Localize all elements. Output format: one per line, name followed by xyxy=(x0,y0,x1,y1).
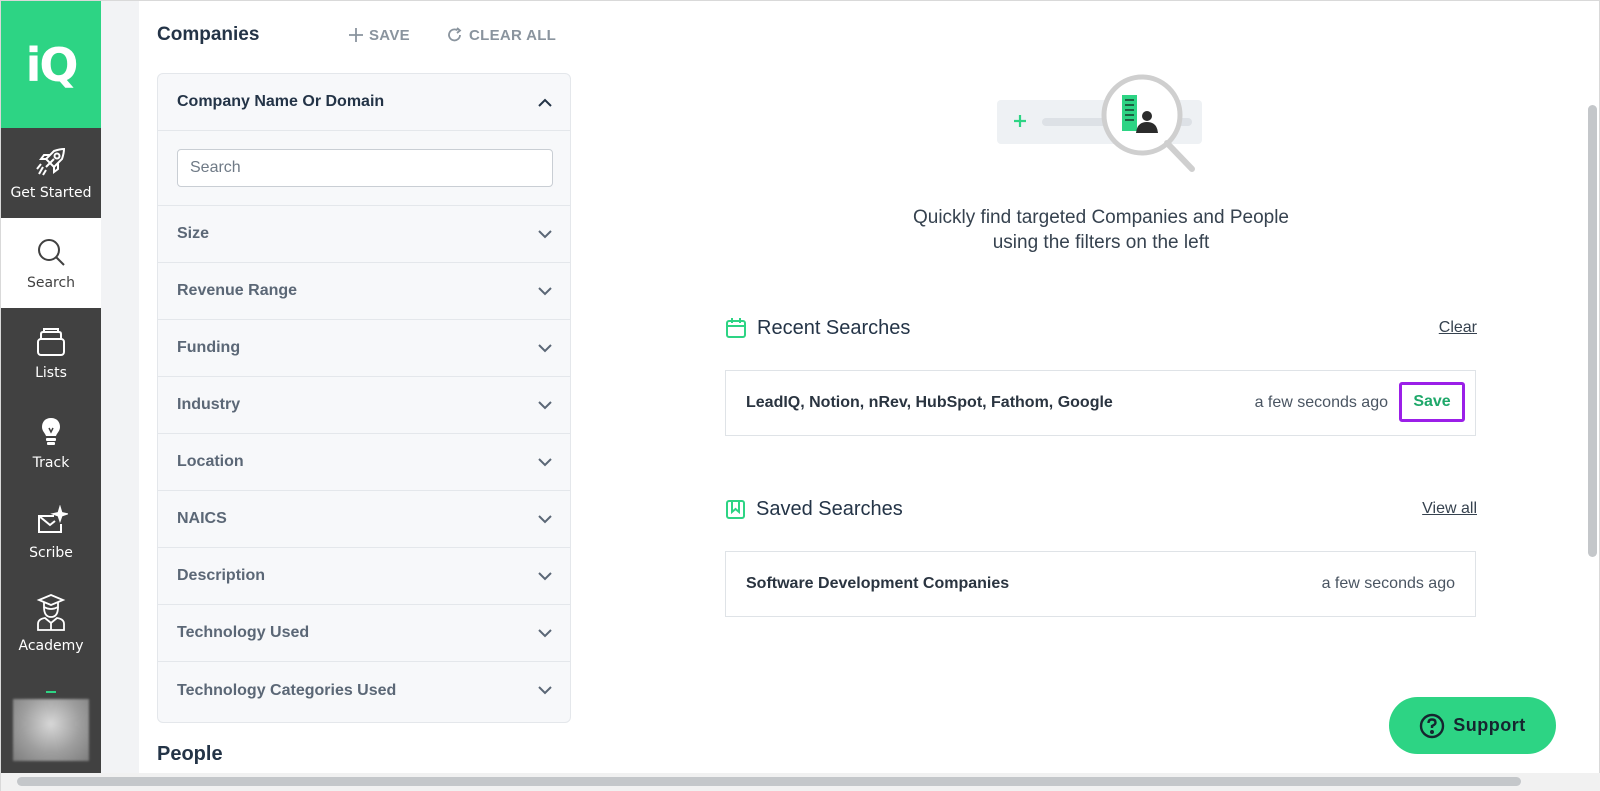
filter-funding[interactable]: Funding xyxy=(158,320,570,377)
logo-text: iQ xyxy=(25,37,79,92)
help-icon xyxy=(1420,713,1445,738)
chevron-down-icon xyxy=(538,686,552,695)
calendar-icon xyxy=(726,318,746,338)
nav-item-track[interactable]: Track xyxy=(1,398,101,488)
support-button[interactable]: Support xyxy=(1389,697,1556,754)
save-button[interactable]: SAVE xyxy=(349,27,410,44)
chevron-down-icon xyxy=(538,628,552,637)
avatar[interactable] xyxy=(13,699,89,761)
tagline-line-2: using the filters on the left xyxy=(992,232,1210,253)
support-label: Support xyxy=(1453,715,1526,735)
filter-label: Location xyxy=(177,453,244,470)
saved-search-time: a few seconds ago xyxy=(1321,575,1455,592)
recent-search-time: a few seconds ago xyxy=(1254,394,1388,411)
filter-header: Companies SAVE CLEAR ALL xyxy=(157,23,571,47)
recent-searches-title: Recent Searches xyxy=(757,316,911,339)
nav-label-track: Track xyxy=(32,455,70,471)
nav-item-get-started[interactable]: Get Started xyxy=(1,128,101,218)
filter-label: Industry xyxy=(177,396,241,413)
filter-technology-categories[interactable]: Technology Categories Used xyxy=(158,662,570,719)
filter-description[interactable]: Description xyxy=(158,548,570,605)
recent-searches-header: Recent Searches Clear xyxy=(725,315,1477,341)
saved-search-item[interactable]: Software Development Companies a few sec… xyxy=(725,551,1476,617)
tagline-line-1: Quickly find targeted Companies and Peop… xyxy=(912,207,1289,228)
filter-naics[interactable]: NAICS xyxy=(158,491,570,548)
panel-gutter xyxy=(101,1,139,773)
empty-state-tagline: Quickly find targeted Companies and Peop… xyxy=(801,205,1401,255)
clear-recent-link[interactable]: Clear xyxy=(1439,319,1477,337)
nav-label-search: Search xyxy=(26,275,76,291)
clear-all-label: CLEAR ALL xyxy=(469,26,557,44)
search-illustration-icon xyxy=(997,74,1202,172)
chevron-down-icon xyxy=(538,286,552,295)
company-search-wrap xyxy=(158,131,570,206)
chevron-down-icon xyxy=(538,400,552,409)
nav-label-get-started: Get Started xyxy=(10,185,92,201)
view-all-saved-link[interactable]: View all xyxy=(1422,500,1477,518)
app-window: iQ Get Started Search Lists Track Scribe… xyxy=(0,0,1600,791)
nav-item-academy[interactable]: Academy xyxy=(1,578,101,668)
nav-item-scribe[interactable]: Scribe xyxy=(1,488,101,578)
lightbulb-icon xyxy=(42,418,60,445)
recent-search-item[interactable]: LeadIQ, Notion, nRev, HubSpot, Fathom, G… xyxy=(725,370,1476,436)
search-icon xyxy=(38,239,65,266)
recent-search-title: LeadIQ, Notion, nRev, HubSpot, Fathom, G… xyxy=(746,394,1113,411)
filter-size[interactable]: Size xyxy=(158,206,570,263)
avatar-indicator xyxy=(46,691,56,693)
company-search-input[interactable] xyxy=(177,149,553,187)
lists-icon xyxy=(37,328,65,356)
nav-item-search[interactable]: Search xyxy=(1,218,101,308)
filter-location[interactable]: Location xyxy=(158,434,570,491)
saved-search-title: Software Development Companies xyxy=(746,575,1010,592)
chevron-down-icon xyxy=(538,343,552,352)
people-section-title: People xyxy=(157,743,223,765)
nav-item-lists[interactable]: Lists xyxy=(1,308,101,398)
nav-label-lists: Lists xyxy=(35,365,67,381)
clear-all-button[interactable]: CLEAR ALL xyxy=(447,27,556,44)
filter-company-name[interactable]: Company Name Or Domain xyxy=(158,74,570,131)
graduate-icon xyxy=(36,594,66,631)
saved-searches-title: Saved Searches xyxy=(756,497,903,520)
nav-label-academy: Academy xyxy=(18,638,84,654)
plus-icon xyxy=(349,28,363,42)
filter-industry[interactable]: Industry xyxy=(158,377,570,434)
filter-label: Company Name Or Domain xyxy=(177,93,385,110)
save-recent-search-button[interactable]: Save xyxy=(1399,382,1465,422)
chevron-down-icon xyxy=(538,457,552,466)
filter-label: Technology Categories Used xyxy=(177,681,397,699)
filter-label: Technology Used xyxy=(177,624,310,641)
save-button-label: SAVE xyxy=(369,26,410,44)
filter-label: Description xyxy=(177,567,266,584)
sidebar-nav: iQ Get Started Search Lists Track Scribe… xyxy=(1,1,101,773)
vertical-scrollbar[interactable] xyxy=(1588,105,1597,557)
chevron-down-icon xyxy=(538,229,552,238)
filter-label: Size xyxy=(177,225,210,242)
chevron-up-icon xyxy=(538,98,552,107)
horizontal-scrollbar[interactable] xyxy=(17,777,1521,786)
chevron-down-icon xyxy=(538,571,552,580)
filter-accordion: Company Name Or Domain Size Revenue Rang… xyxy=(157,73,571,723)
filter-label: NAICS xyxy=(177,510,227,527)
chevron-down-icon xyxy=(538,514,552,523)
filter-label: Revenue Range xyxy=(177,282,298,299)
nav-label-scribe: Scribe xyxy=(29,545,73,561)
filter-revenue-range[interactable]: Revenue Range xyxy=(158,263,570,320)
filter-section-title: Companies xyxy=(157,24,260,45)
refresh-icon xyxy=(448,27,462,42)
rocket-icon xyxy=(36,147,66,176)
mail-sparkle-icon xyxy=(38,505,68,533)
logo[interactable]: iQ xyxy=(1,1,101,128)
saved-searches-header: Saved Searches View all xyxy=(725,496,1477,522)
filter-label: Funding xyxy=(177,339,241,356)
bookmark-icon xyxy=(726,499,745,519)
filter-technology-used[interactable]: Technology Used xyxy=(158,605,570,662)
